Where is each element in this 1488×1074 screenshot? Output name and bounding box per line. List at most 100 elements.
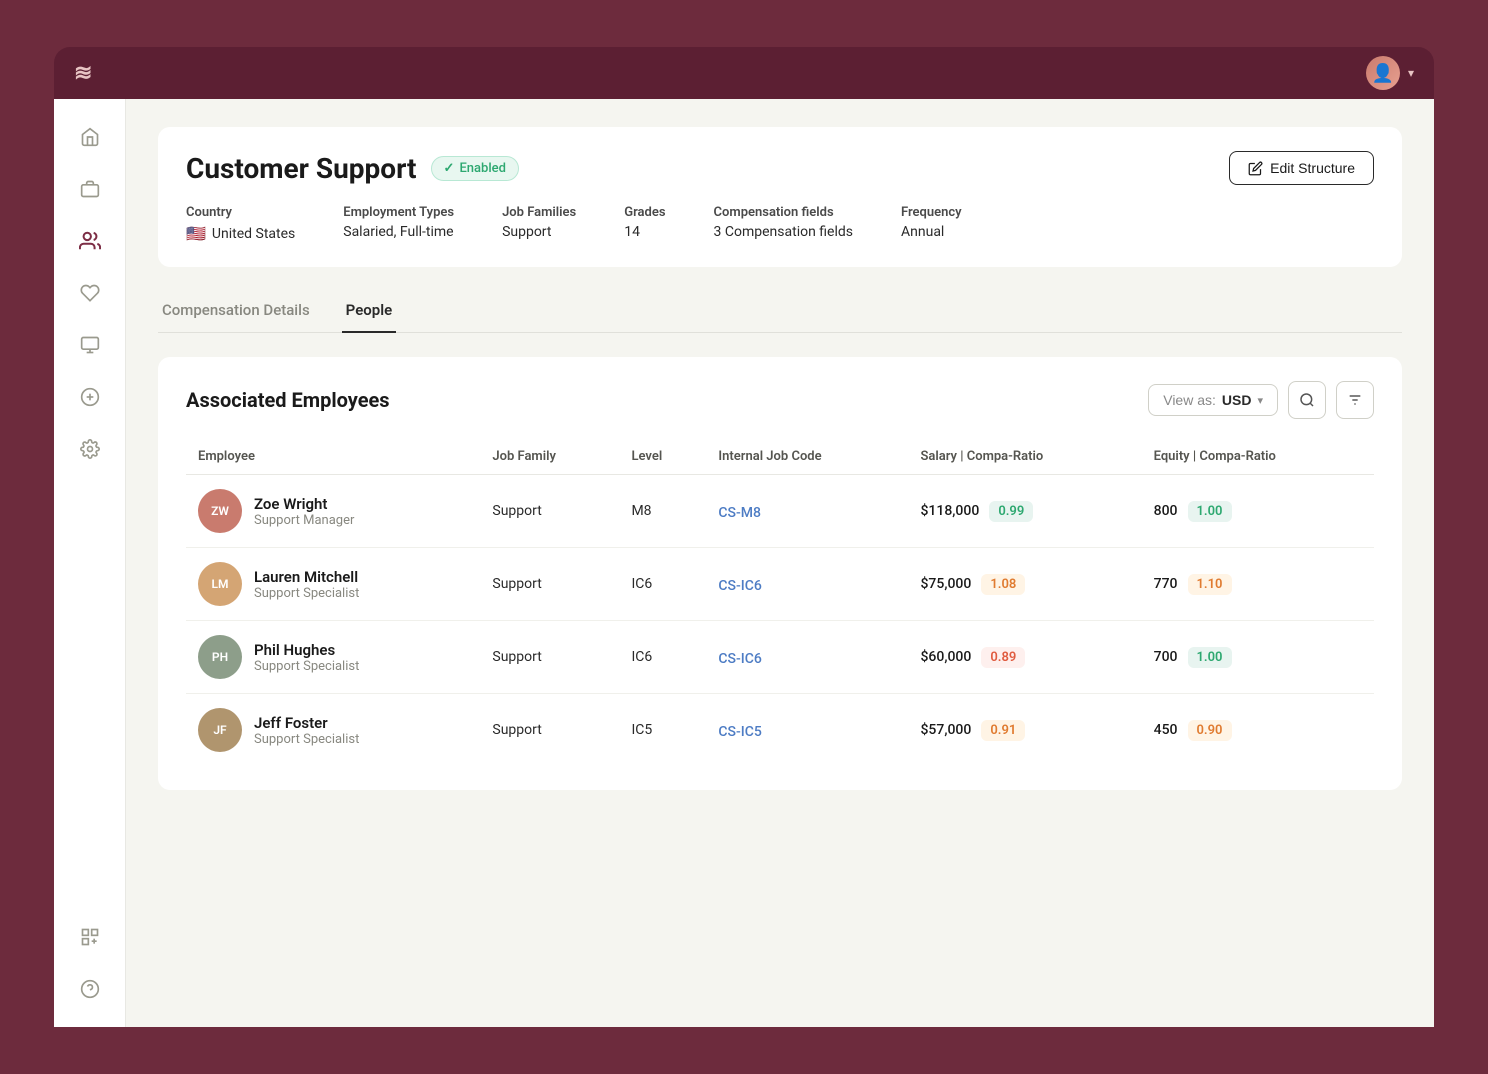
employee-avatar-3: JF	[198, 708, 242, 752]
col-job-family: Job Family	[480, 439, 619, 475]
employee-name-1: Lauren Mitchell	[254, 568, 359, 586]
meta-compensation-fields: Compensation fields 3 Compensation field…	[714, 205, 853, 240]
table-controls: View as: USD ▾	[1148, 381, 1374, 419]
chevron-down-icon: ▾	[1257, 394, 1263, 407]
sidebar-item-monitor[interactable]	[68, 323, 112, 367]
table-row: ZW Zoe Wright Support Manager Support M8…	[186, 475, 1374, 548]
employee-title-0: Support Manager	[254, 513, 354, 528]
user-avatar[interactable]: 👤	[1366, 56, 1400, 90]
tab-people[interactable]: People	[342, 291, 397, 333]
equity-compa-2: 700 1.00	[1142, 621, 1374, 694]
equity-compa-1: 770 1.10	[1142, 548, 1374, 621]
app-logo: ≋	[74, 61, 94, 86]
window-inner: Customer Support Enabled Edit Structure …	[54, 47, 1434, 1027]
meta-country-value: 🇺🇸 United States	[186, 224, 295, 243]
col-employee: Employee	[186, 439, 480, 475]
job-family-2: Support	[480, 621, 619, 694]
meta-country-label: Country	[186, 205, 295, 220]
salary-compa-2: $60,000 0.89	[908, 621, 1141, 694]
flag-icon: 🇺🇸	[186, 224, 206, 243]
employee-cell-1: LM Lauren Mitchell Support Specialist	[186, 548, 480, 621]
header-title-left: Customer Support Enabled	[186, 152, 519, 185]
meta-job-families-label: Job Families	[502, 205, 576, 220]
meta-employment-types: Employment Types Salaried, Full-time	[343, 205, 454, 240]
employee-cell-2: PH Phil Hughes Support Specialist	[186, 621, 480, 694]
sidebar-item-add-widget[interactable]	[68, 915, 112, 959]
main-content: Customer Support Enabled Edit Structure …	[126, 99, 1434, 1027]
meta-row: Country 🇺🇸 United States Employment Type…	[186, 205, 1374, 243]
meta-comp-fields-value: 3 Compensation fields	[714, 224, 853, 240]
job-family-3: Support	[480, 694, 619, 767]
table-header-row: Associated Employees View as: USD ▾	[186, 381, 1374, 419]
meta-frequency-label: Frequency	[901, 205, 962, 220]
sidebar-item-favorites[interactable]	[68, 271, 112, 315]
job-code-3[interactable]: CS-IC5	[706, 694, 908, 767]
employee-title-3: Support Specialist	[254, 732, 359, 747]
employee-title-1: Support Specialist	[254, 586, 359, 601]
topbar-right: 👤 ▾	[1366, 56, 1414, 90]
employee-avatar-0: ZW	[198, 489, 242, 533]
meta-job-families: Job Families Support	[502, 205, 576, 240]
table-row: LM Lauren Mitchell Support Specialist Su…	[186, 548, 1374, 621]
job-code-0[interactable]: CS-M8	[706, 475, 908, 548]
salary-compa-3: $57,000 0.91	[908, 694, 1141, 767]
equity-compa-0: 800 1.00	[1142, 475, 1374, 548]
col-salary-compa: Salary | Compa-Ratio	[908, 439, 1141, 475]
meta-employment-label: Employment Types	[343, 205, 454, 220]
job-code-1[interactable]: CS-IC6	[706, 548, 908, 621]
meta-grades-value: 14	[624, 224, 665, 240]
employee-cell-3: JF Jeff Foster Support Specialist	[186, 694, 480, 767]
meta-grades: Grades 14	[624, 205, 665, 240]
employees-table: Employee Job Family Level Internal Job C…	[186, 439, 1374, 766]
sidebar-item-briefcase[interactable]	[68, 167, 112, 211]
level-1: IC6	[619, 548, 706, 621]
table-row: JF Jeff Foster Support Specialist Suppor…	[186, 694, 1374, 767]
page-title: Customer Support	[186, 152, 417, 185]
table-header-row-el: Employee Job Family Level Internal Job C…	[186, 439, 1374, 475]
sidebar-item-help[interactable]	[68, 967, 112, 1011]
tab-compensation-details[interactable]: Compensation Details	[158, 291, 314, 333]
job-code-2[interactable]: CS-IC6	[706, 621, 908, 694]
table-row: PH Phil Hughes Support Specialist Suppor…	[186, 621, 1374, 694]
view-as-button[interactable]: View as: USD ▾	[1148, 384, 1278, 416]
employee-name-0: Zoe Wright	[254, 495, 354, 513]
sidebar-item-people[interactable]	[68, 219, 112, 263]
employee-name-2: Phil Hughes	[254, 641, 359, 659]
meta-job-families-value: Support	[502, 224, 576, 240]
table-card: Associated Employees View as: USD ▾	[158, 357, 1402, 790]
col-job-code: Internal Job Code	[706, 439, 908, 475]
sidebar	[54, 99, 126, 1027]
meta-country: Country 🇺🇸 United States	[186, 205, 295, 243]
salary-compa-1: $75,000 1.08	[908, 548, 1141, 621]
col-level: Level	[619, 439, 706, 475]
filter-button[interactable]	[1336, 381, 1374, 419]
topbar: ≋ 👤 ▾	[54, 47, 1434, 99]
meta-grades-label: Grades	[624, 205, 665, 220]
employee-avatar-1: LM	[198, 562, 242, 606]
search-button[interactable]	[1288, 381, 1326, 419]
meta-comp-fields-label: Compensation fields	[714, 205, 853, 220]
sidebar-item-home[interactable]	[68, 115, 112, 159]
sidebar-item-compensation[interactable]	[68, 375, 112, 419]
meta-frequency: Frequency Annual	[901, 205, 962, 240]
header-title-row: Customer Support Enabled Edit Structure	[186, 151, 1374, 185]
equity-compa-3: 450 0.90	[1142, 694, 1374, 767]
employee-title-2: Support Specialist	[254, 659, 359, 674]
employee-avatar-2: PH	[198, 635, 242, 679]
sidebar-item-settings[interactable]	[68, 427, 112, 471]
employee-name-3: Jeff Foster	[254, 714, 359, 732]
col-equity-compa: Equity | Compa-Ratio	[1142, 439, 1374, 475]
level-3: IC5	[619, 694, 706, 767]
level-0: M8	[619, 475, 706, 548]
job-family-1: Support	[480, 548, 619, 621]
tabs: Compensation Details People	[158, 291, 1402, 333]
edit-structure-button[interactable]: Edit Structure	[1229, 151, 1374, 185]
salary-compa-0: $118,000 0.99	[908, 475, 1141, 548]
enabled-badge: Enabled	[431, 156, 519, 181]
employee-cell-0: ZW Zoe Wright Support Manager	[186, 475, 480, 548]
header-card: Customer Support Enabled Edit Structure …	[158, 127, 1402, 267]
chevron-down-icon[interactable]: ▾	[1408, 66, 1414, 80]
job-family-0: Support	[480, 475, 619, 548]
table-title: Associated Employees	[186, 388, 390, 412]
meta-employment-value: Salaried, Full-time	[343, 224, 454, 240]
